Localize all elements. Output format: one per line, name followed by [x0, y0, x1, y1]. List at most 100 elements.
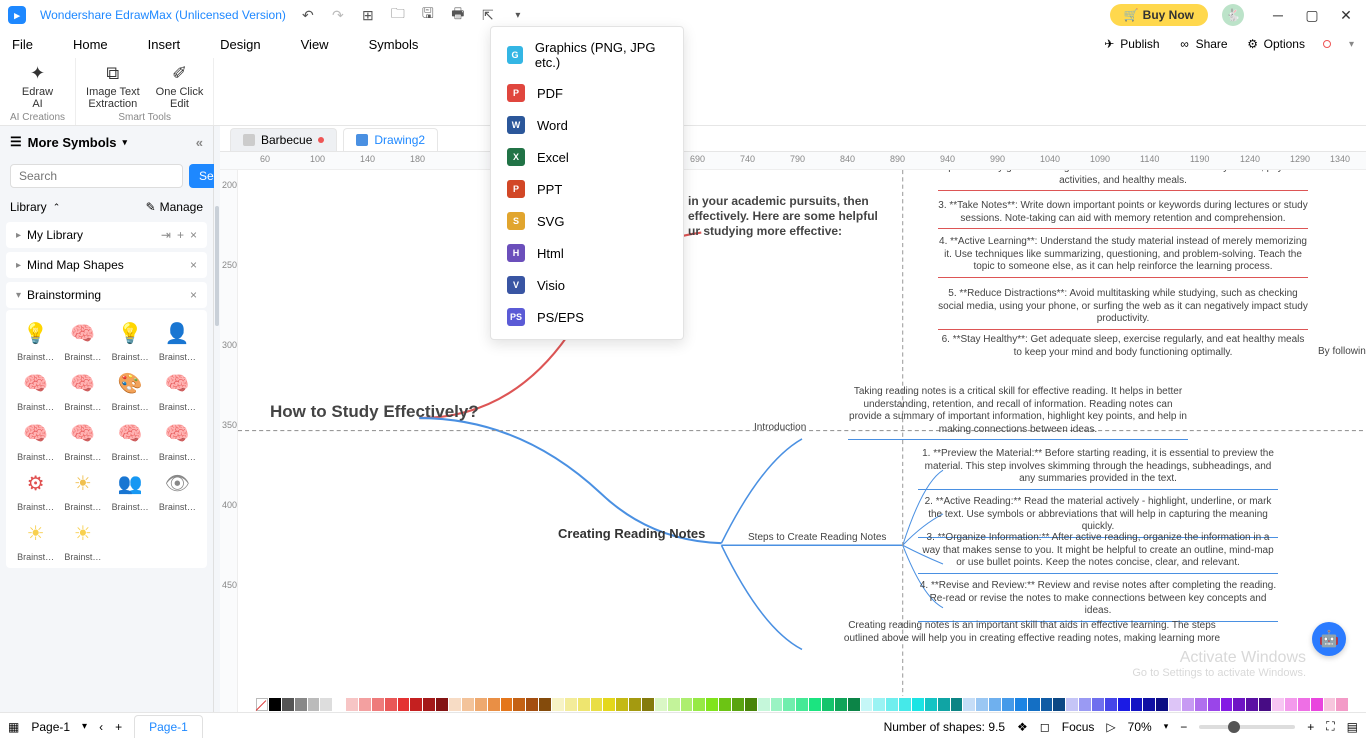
color-swatch[interactable]: [822, 698, 834, 711]
color-swatch[interactable]: [295, 698, 307, 711]
color-swatch[interactable]: [796, 698, 808, 711]
color-swatch[interactable]: [1259, 698, 1271, 711]
color-swatch[interactable]: [359, 698, 371, 711]
color-swatch[interactable]: [1002, 698, 1014, 711]
color-swatch[interactable]: [989, 698, 1001, 711]
color-swatch[interactable]: [668, 698, 680, 711]
color-swatch[interactable]: [333, 698, 345, 711]
notification-icon[interactable]: [1323, 40, 1331, 48]
new-icon[interactable]: ⊞: [360, 7, 376, 23]
color-swatch[interactable]: [1041, 698, 1053, 711]
color-swatch[interactable]: [1285, 698, 1297, 711]
node-b4[interactable]: 4. **Revise and Review:** Review and rev…: [918, 580, 1278, 622]
shape-item[interactable]: 🧠Brainst…: [14, 366, 57, 412]
color-swatch[interactable]: [462, 698, 474, 711]
color-swatch[interactable]: [848, 698, 860, 711]
color-swatch[interactable]: [1195, 698, 1207, 711]
export-option[interactable]: SSVG: [491, 205, 683, 237]
color-swatch[interactable]: [1053, 698, 1065, 711]
shape-item[interactable]: 💡Brainst…: [109, 316, 152, 362]
ai-assistant-button[interactable]: 🤖: [1312, 622, 1346, 656]
color-swatch[interactable]: [449, 698, 461, 711]
shape-item[interactable]: 🧠Brainst…: [61, 416, 104, 462]
maximize-icon[interactable]: ▢: [1300, 7, 1324, 24]
color-swatch[interactable]: [1105, 698, 1117, 711]
shape-item[interactable]: 🧠Brainst…: [109, 416, 152, 462]
image-text-extraction-button[interactable]: ⧉ Image Text Extraction: [86, 64, 140, 110]
shape-item[interactable]: 👁Brainst…: [156, 466, 199, 512]
page-add-icon[interactable]: +: [115, 720, 122, 734]
properties-icon[interactable]: ▤: [1347, 720, 1358, 734]
color-swatch[interactable]: [398, 698, 410, 711]
color-swatch[interactable]: [951, 698, 963, 711]
node-r3[interactable]: 3. **Take Notes**: Write down important …: [938, 200, 1308, 229]
export-option[interactable]: GGraphics (PNG, JPG etc.): [491, 33, 683, 77]
color-swatch[interactable]: [1221, 698, 1233, 711]
chevron-up-icon[interactable]: ⌃: [53, 202, 61, 213]
color-swatch[interactable]: [1143, 698, 1155, 711]
page-prev-icon[interactable]: ‹: [99, 720, 103, 734]
color-swatch[interactable]: [1324, 698, 1336, 711]
color-swatch[interactable]: [552, 698, 564, 711]
node-intro-para[interactable]: in your academic pursuits, then effectiv…: [688, 194, 908, 239]
color-swatch[interactable]: [771, 698, 783, 711]
plus-icon[interactable]: +: [177, 228, 184, 242]
menu-symbols[interactable]: Symbols: [369, 37, 419, 52]
color-swatch[interactable]: [1336, 698, 1348, 711]
color-swatch[interactable]: [642, 698, 654, 711]
close-icon[interactable]: ×: [190, 258, 197, 272]
undo-icon[interactable]: ↶: [300, 7, 316, 23]
avatar[interactable]: 🐇: [1222, 4, 1244, 26]
color-swatch[interactable]: [681, 698, 693, 711]
open-icon[interactable]: 🗀: [390, 7, 406, 23]
layers-icon[interactable]: ❖: [1017, 720, 1028, 734]
color-swatch[interactable]: [410, 698, 422, 711]
color-swatch[interactable]: [320, 698, 332, 711]
node-b1[interactable]: 1. **Preview the Material:** Before star…: [918, 448, 1278, 490]
chevron-down-icon[interactable]: ▾: [123, 137, 128, 148]
color-swatch[interactable]: [732, 698, 744, 711]
shape-item[interactable]: 👥Brainst…: [109, 466, 152, 512]
color-swatch[interactable]: [308, 698, 320, 711]
pages-icon[interactable]: ▦: [8, 720, 19, 734]
close-icon[interactable]: ×: [190, 228, 197, 242]
node-r4[interactable]: 4. **Active Learning**: Understand the s…: [938, 236, 1308, 278]
zoom-chevron-icon[interactable]: ▾: [1164, 721, 1169, 732]
color-swatch[interactable]: [1028, 698, 1040, 711]
menu-view[interactable]: View: [301, 37, 329, 52]
no-fill-swatch[interactable]: [256, 698, 268, 711]
color-swatch[interactable]: [488, 698, 500, 711]
color-swatch[interactable]: [436, 698, 448, 711]
node-r6[interactable]: 6. **Stay Healthy**: Get adequate sleep,…: [938, 334, 1308, 359]
color-swatch[interactable]: [1182, 698, 1194, 711]
color-swatch[interactable]: [963, 698, 975, 711]
color-swatch[interactable]: [475, 698, 487, 711]
export-option[interactable]: VVisio: [491, 269, 683, 301]
color-swatch[interactable]: [526, 698, 538, 711]
tab-drawing2[interactable]: Drawing2: [343, 128, 438, 151]
share-button[interactable]: ∞Share: [1178, 37, 1228, 51]
color-swatch[interactable]: [1092, 698, 1104, 711]
options-button[interactable]: ⚙Options: [1246, 37, 1305, 51]
export-option[interactable]: PSPS/EPS: [491, 301, 683, 333]
color-swatch[interactable]: [1079, 698, 1091, 711]
shape-item[interactable]: ☀Brainst…: [61, 466, 104, 512]
color-swatch[interactable]: [938, 698, 950, 711]
color-swatch[interactable]: [861, 698, 873, 711]
buy-now-button[interactable]: 🛒 Buy Now: [1110, 4, 1208, 26]
color-swatch[interactable]: [925, 698, 937, 711]
color-swatch[interactable]: [655, 698, 667, 711]
hamburger-icon[interactable]: ☰: [10, 134, 22, 150]
color-swatch[interactable]: [423, 698, 435, 711]
menu-design[interactable]: Design: [220, 37, 260, 52]
export-option[interactable]: PPDF: [491, 77, 683, 109]
color-swatch[interactable]: [693, 698, 705, 711]
export-option[interactable]: XExcel: [491, 141, 683, 173]
node-creating-reading-notes[interactable]: Creating Reading Notes: [558, 526, 705, 541]
color-swatch[interactable]: [1066, 698, 1078, 711]
shape-item[interactable]: ☀Brainst…: [61, 516, 104, 562]
color-swatch[interactable]: [1131, 698, 1143, 711]
color-swatch[interactable]: [1272, 698, 1284, 711]
color-swatch[interactable]: [591, 698, 603, 711]
color-swatch[interactable]: [758, 698, 770, 711]
